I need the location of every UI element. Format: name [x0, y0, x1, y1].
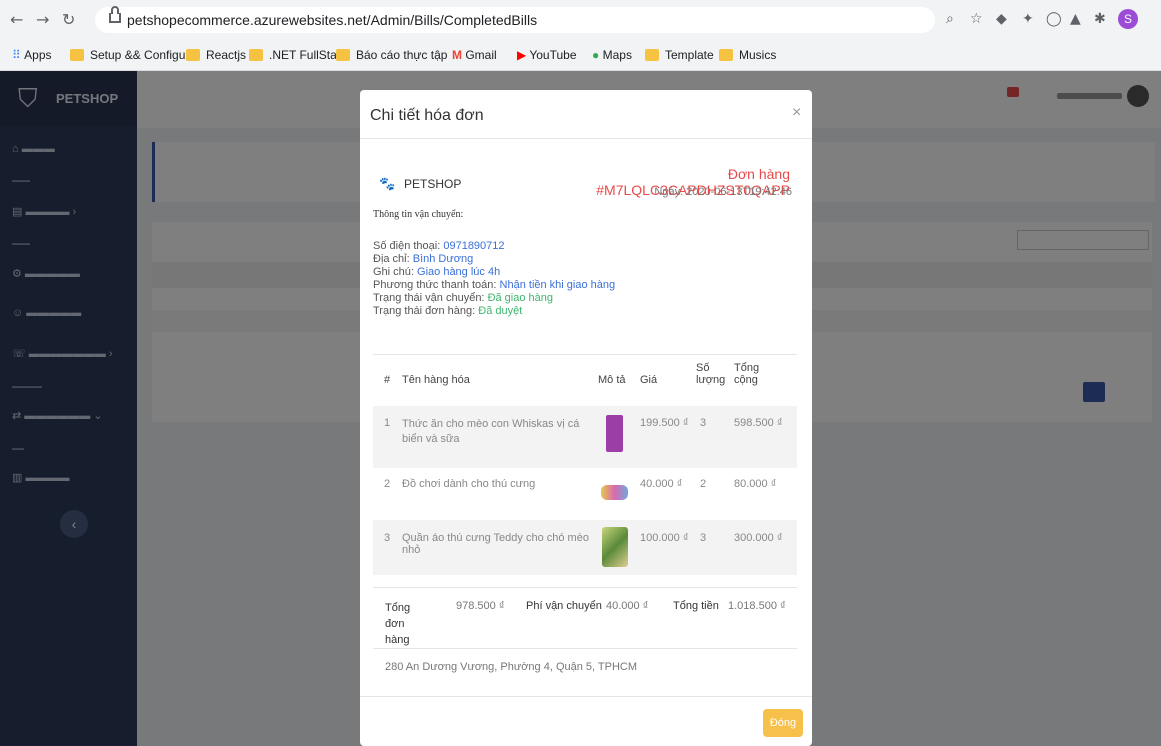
folder-icon	[70, 49, 84, 61]
bookmark-template[interactable]: Template	[645, 48, 714, 62]
item-total: 598.500 ₫	[734, 417, 783, 429]
gmail-icon: M	[452, 48, 462, 62]
divider	[360, 696, 812, 697]
back-icon[interactable]: ←	[10, 10, 23, 29]
info-payment-method: Phương thức thanh toán: Nhận tiền khi gi…	[373, 279, 616, 291]
bookmark-reactjs[interactable]: Reactjs	[186, 48, 246, 62]
grand-total-label: Tổng tiền	[673, 600, 719, 612]
shipping-fee-value: 40.000 ₫	[606, 600, 649, 612]
bookmark-musics[interactable]: Musics	[719, 48, 776, 62]
divider	[373, 354, 797, 355]
address-bar[interactable]: petshopecommerce.azurewebsites.net/Admin…	[95, 6, 935, 33]
reload-icon[interactable]: ↻	[62, 10, 75, 29]
bookmark-youtube[interactable]: ▶ YouTube	[517, 48, 577, 62]
folder-icon	[336, 49, 350, 61]
grand-total-value: 1.018.500 ₫	[728, 600, 786, 612]
bookmark-setup[interactable]: Setup && Configur...	[70, 48, 199, 62]
divider	[360, 138, 812, 139]
col-qty: Số lượng	[696, 362, 726, 386]
order-date: Ngày: 2020-06-13T19:42:46	[654, 186, 792, 198]
bill-detail-modal: Chi tiết hóa đơn × 🐾 PETSHOP Đơn hàng #M…	[360, 90, 812, 746]
bookmark-netfullstack[interactable]: .NET FullStack	[249, 48, 349, 62]
subtotal-label: Tổng đơn hàng	[385, 602, 411, 646]
bookmark-baocao[interactable]: Báo cáo thực tập	[336, 48, 447, 62]
item-total: 80.000 ₫	[734, 478, 777, 490]
item-qty: 3	[700, 532, 707, 544]
profile-avatar[interactable]: S	[1118, 9, 1138, 29]
info-order-status: Trạng thái đơn hàng: Đã duyệt	[373, 305, 523, 317]
item-name: Thức ăn cho mèo con Whiskas vị cá biển v…	[402, 418, 580, 445]
item-name: Đồ chơi dành cho thú cưng	[402, 478, 536, 490]
close-button[interactable]: Đóng	[763, 709, 803, 737]
item-qty: 2	[700, 478, 707, 490]
address-url: petshopecommerce.azurewebsites.net/Admin…	[127, 12, 538, 28]
bookmark-maps[interactable]: ● Maps	[592, 48, 632, 62]
youtube-icon: ▶	[517, 48, 527, 62]
item-total: 300.000 ₫	[734, 532, 783, 544]
folder-icon	[645, 49, 659, 61]
item-price: 40.000 ₫	[640, 478, 683, 490]
info-phone: Số điện thoại: 0971890712	[373, 240, 505, 252]
product-image-whiskas	[606, 415, 623, 452]
col-total: Tổng cộng	[734, 362, 760, 386]
item-name: Quần áo thú cưng Teddy cho chó mèo nhỏ	[402, 532, 589, 556]
subtotal-value: 978.500 ₫	[456, 600, 505, 612]
info-shipping-status: Trạng thái vận chuyển: Đã giao hàng	[373, 292, 554, 304]
bookmarks-bar: ⠿ Apps Setup && Configur... Reactjs .NET…	[0, 40, 1161, 70]
lock-icon	[109, 6, 121, 23]
col-price: Giá	[640, 374, 658, 386]
divider	[373, 648, 797, 649]
product-image-clothes	[602, 527, 628, 567]
modal-title: Chi tiết hóa đơn	[370, 107, 484, 124]
info-address: Địa chỉ: Bình Dương	[373, 253, 474, 265]
bookmark-apps[interactable]: ⠿ Apps	[12, 48, 52, 62]
info-note: Ghi chú: Giao hàng lúc 4h	[373, 266, 501, 278]
paw-icon: 🐾	[379, 176, 396, 191]
extension-icon[interactable]: ◆	[996, 11, 1007, 27]
shipping-fee-label: Phí vận chuyển	[526, 600, 602, 612]
puzzle-icon[interactable]: ✱	[1094, 11, 1106, 27]
browser-chrome: ← → ↻ petshopecommerce.azurewebsites.net…	[0, 0, 1161, 71]
folder-icon	[249, 49, 263, 61]
item-index: 3	[384, 532, 391, 544]
forward-icon[interactable]: →	[36, 10, 49, 29]
item-price: 199.500 ₫	[640, 417, 689, 429]
col-desc: Mô tả	[598, 374, 626, 386]
folder-icon	[719, 49, 733, 61]
bookmark-star-icon[interactable]: ☆	[970, 11, 983, 27]
extension-icon[interactable]: ◯	[1046, 11, 1062, 27]
item-price: 100.000 ₫	[640, 532, 689, 544]
extension-icon[interactable]: ✦	[1022, 11, 1034, 27]
close-icon[interactable]: ×	[792, 104, 801, 122]
shop-address: 280 An Dương Vương, Phường 4, Quận 5, TP…	[385, 661, 638, 673]
col-name: Tên hàng hóa	[402, 374, 470, 386]
maps-pin-icon: ●	[592, 48, 600, 62]
divider	[373, 587, 797, 588]
item-index: 2	[384, 478, 391, 490]
extension-icon[interactable]: ▲	[1070, 11, 1081, 27]
col-index: #	[384, 374, 391, 386]
shipping-heading: Thông tin vận chuyển:	[373, 209, 464, 220]
shop-name: PETSHOP	[404, 177, 462, 191]
product-image-toy	[601, 485, 628, 500]
zoom-icon[interactable]: ⌕	[946, 11, 954, 27]
item-qty: 3	[700, 417, 707, 429]
item-index: 1	[384, 417, 391, 429]
folder-icon	[186, 49, 200, 61]
bookmark-gmail[interactable]: M Gmail	[452, 48, 497, 62]
